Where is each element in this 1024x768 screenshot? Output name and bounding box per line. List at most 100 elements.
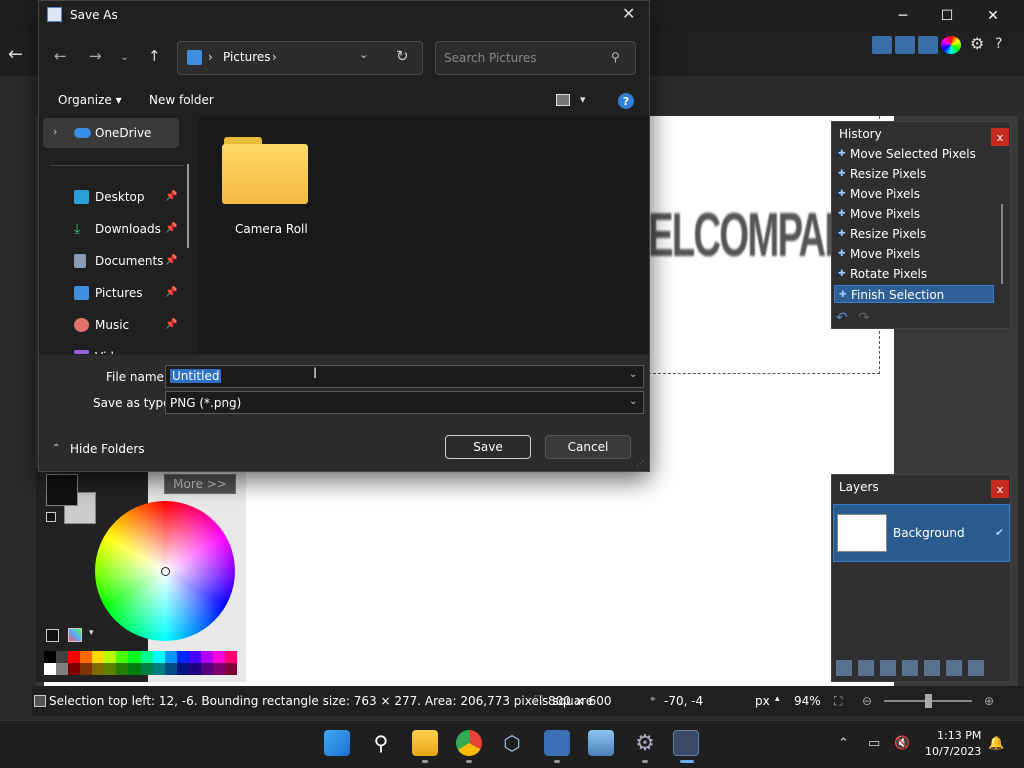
color-swatch[interactable] (44, 651, 57, 663)
tools-icon[interactable] (872, 36, 892, 54)
file-name-input[interactable] (165, 365, 644, 388)
color-swatch[interactable] (56, 651, 69, 663)
color-swatch[interactable] (152, 663, 165, 675)
palette-menu-icon[interactable] (68, 628, 82, 642)
zoom-to-window-icon[interactable]: ⛶ (834, 694, 842, 709)
color-swatch[interactable] (164, 663, 177, 675)
back-arrow-icon[interactable]: ← (8, 44, 23, 65)
color-swatch[interactable] (164, 651, 177, 663)
nav-item-pictures[interactable]: Pictures (95, 286, 143, 300)
paintnet-alt-icon[interactable] (544, 730, 570, 756)
dialog-close-button[interactable]: ✕ (622, 4, 635, 23)
color-swatch[interactable] (92, 651, 105, 663)
close-window-button[interactable]: ✕ (970, 0, 1016, 32)
add-color-icon[interactable] (46, 629, 59, 642)
nav-item-downloads[interactable]: Downloads (95, 222, 161, 236)
history-item[interactable]: ✚ Move Pixels (834, 245, 994, 263)
new-folder-button[interactable]: New folder (149, 93, 214, 107)
layers-close-button[interactable]: x (991, 480, 1009, 498)
primary-color-swatch[interactable] (46, 474, 78, 506)
duplicate-layer-icon[interactable] (880, 660, 896, 676)
settings-gear-icon[interactable]: ⚙ (970, 34, 990, 53)
undo-icon[interactable]: ↶ (836, 310, 848, 326)
folder-icon[interactable] (222, 144, 308, 204)
view-mode-icon[interactable] (556, 94, 570, 106)
nav-item-onedrive[interactable]: OneDrive (95, 126, 151, 140)
zoom-in-icon[interactable]: ⊕ (984, 694, 994, 708)
colors-toggle-icon[interactable] (941, 36, 961, 54)
back-icon[interactable]: ← (54, 47, 67, 65)
file-explorer-icon[interactable] (412, 730, 438, 756)
maximize-button[interactable]: ☐ (924, 0, 970, 32)
folder-camera-roll[interactable]: Camera Roll (235, 222, 308, 236)
history-toggle-icon[interactable] (895, 36, 915, 54)
nav-item-documents[interactable]: Documents (95, 254, 163, 268)
layer-visible-checkbox[interactable]: ✔ (995, 526, 1004, 539)
color-swatch[interactable] (68, 651, 81, 663)
nav-item-desktop[interactable]: Desktop (95, 190, 145, 204)
color-swatch[interactable] (44, 663, 57, 675)
search-input[interactable] (435, 41, 636, 75)
history-close-button[interactable]: x (991, 128, 1009, 146)
layer-properties-icon[interactable] (968, 660, 984, 676)
redo-icon[interactable]: ↷ (858, 310, 870, 326)
color-swatch[interactable] (176, 651, 189, 663)
nav-scrollbar[interactable] (187, 164, 189, 248)
color-swatch[interactable] (56, 663, 69, 675)
hide-folders-chevron-icon[interactable]: ⌃ (52, 443, 60, 454)
color-swatch[interactable] (116, 663, 129, 675)
start-icon[interactable] (324, 730, 350, 756)
nav-item-music[interactable]: Music (95, 318, 129, 332)
hide-folders-button[interactable]: Hide Folders (70, 442, 145, 456)
recent-locations-icon[interactable]: ⌄ (120, 50, 129, 63)
more-colors-button[interactable]: More >> (164, 474, 236, 494)
delete-layer-icon[interactable] (858, 660, 874, 676)
merge-layer-icon[interactable] (902, 660, 918, 676)
refresh-icon[interactable]: ↻ (396, 47, 409, 65)
history-item[interactable]: ✚ Resize Pixels (834, 165, 994, 183)
cancel-button[interactable]: Cancel (545, 435, 631, 459)
color-swatch[interactable] (200, 663, 213, 675)
color-swatch[interactable] (212, 663, 225, 675)
units-dropdown-icon[interactable]: ▴ (775, 694, 780, 704)
history-scrollbar[interactable] (1001, 204, 1003, 284)
move-layer-down-icon[interactable] (946, 660, 962, 676)
minimize-button[interactable]: ─ (880, 0, 926, 32)
address-bar[interactable] (177, 41, 423, 75)
zoom-slider-thumb[interactable] (925, 694, 932, 708)
file-name-value[interactable]: Untitled (170, 369, 222, 383)
palette-dropdown-icon[interactable]: ▾ (89, 628, 94, 638)
address-chevron-icon[interactable]: › (272, 50, 277, 64)
color-swatch[interactable] (128, 651, 141, 663)
settings-icon[interactable]: ⚙ (632, 730, 658, 756)
help-icon[interactable]: ? (995, 36, 1015, 54)
photos-icon[interactable] (588, 730, 614, 756)
file-name-dropdown-icon[interactable]: ⌄ (629, 369, 637, 380)
color-swatch[interactable] (224, 651, 237, 663)
virtualbox-icon[interactable]: ⬡ (499, 730, 525, 756)
zoom-out-icon[interactable]: ⊖ (862, 694, 872, 708)
address-chevron-icon[interactable]: › (208, 50, 213, 64)
color-swatch[interactable] (104, 651, 117, 663)
color-swatch[interactable] (200, 651, 213, 663)
view-dropdown-icon[interactable]: ▾ (580, 93, 586, 106)
color-swatch[interactable] (140, 663, 153, 675)
expand-chevron-icon[interactable]: › (53, 125, 57, 138)
save-type-dropdown-icon[interactable]: ⌄ (629, 396, 637, 407)
color-swatch[interactable] (80, 651, 93, 663)
zoom-level[interactable]: 94% (794, 694, 821, 708)
save-button[interactable]: Save (445, 435, 531, 459)
organize-button[interactable]: Organize ▾ (58, 93, 122, 107)
notifications-icon[interactable]: 🔔 (988, 736, 1004, 751)
color-swatch[interactable] (116, 651, 129, 663)
history-item[interactable]: ✚ Move Pixels (834, 205, 994, 223)
add-layer-icon[interactable] (836, 660, 852, 676)
color-swatch[interactable] (212, 651, 225, 663)
color-swatch[interactable] (104, 663, 117, 675)
color-swatch[interactable] (68, 663, 81, 675)
color-swatch[interactable] (140, 651, 153, 663)
search-icon[interactable]: ⚲ (368, 730, 394, 756)
layers-toggle-icon[interactable] (918, 36, 938, 54)
color-swatch[interactable] (80, 663, 93, 675)
history-item[interactable]: ✚ Move Pixels (834, 185, 994, 203)
